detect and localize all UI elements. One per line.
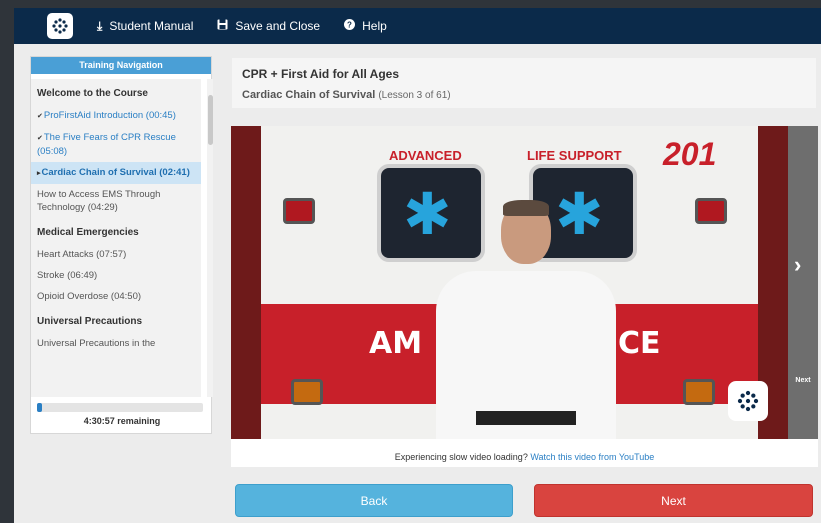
download-icon: ⤓ [97, 18, 103, 33]
star-of-life-icon: ✱ [555, 182, 604, 247]
ambulance-side-text-left: AM [369, 326, 423, 361]
scrollbar-thumb[interactable] [208, 95, 213, 145]
ambulance-sign-life-support: LIFE SUPPORT [527, 148, 622, 163]
lesson-header: CPR + First Aid for All Ages Cardiac Cha… [232, 58, 816, 108]
time-remaining: 4:30:57 remaining [83, 416, 161, 426]
ambulance-left-window: ✱ [377, 164, 485, 262]
ambulance-unit-number: 201 [663, 136, 717, 172]
slow-video-text: Experiencing slow video loading? [394, 452, 528, 462]
training-navigation-header: Training Navigation [31, 57, 211, 74]
current-lesson-icon: ▸ [37, 170, 41, 177]
sidebar-lesson-label: Stroke (06:49) [37, 270, 98, 281]
video-player[interactable]: ADVANCED LIFE SUPPORT 201 ✱ ✱ AM CE [231, 126, 788, 439]
ambulance-lower-light-left [291, 379, 323, 405]
slow-video-notice: Experiencing slow video loading? Watch t… [231, 439, 818, 467]
course-progress-fill [37, 403, 42, 412]
back-button[interactable]: Back [235, 484, 513, 517]
training-navigation-panel: Training Navigation Welcome to the Cours… [30, 56, 213, 434]
youtube-link[interactable]: Watch this video from YouTube [530, 452, 654, 462]
main-page: Training Navigation Welcome to the Cours… [14, 44, 821, 523]
sidebar-lesson-item[interactable]: ▸Cardiac Chain of Survival (02:41) [31, 162, 201, 184]
app-logo-icon[interactable] [47, 13, 73, 39]
student-manual-label: Student Manual [109, 19, 194, 33]
sidebar-section-title: Medical Emergencies [37, 227, 139, 238]
video-watermark-logo-icon [728, 381, 768, 421]
course-progress-bar [37, 403, 203, 412]
checkmark-icon: ✔ [37, 135, 43, 142]
sidebar-lesson-item[interactable]: Opioid Overdose (04:50) [31, 286, 201, 307]
sidebar-section-title: Universal Precautions [37, 316, 143, 327]
help-label: Help [362, 19, 387, 33]
ambulance-light-right [695, 198, 727, 224]
lesson-list[interactable]: Welcome to the Course ✔ProFirstAid Introd… [31, 79, 201, 397]
ambulance-side-text-right: CE [618, 326, 661, 361]
sidebar-lesson-label: Universal Precautions in the [37, 338, 156, 349]
lesson-title: Cardiac Chain of Survival (Lesson 3 of 6… [242, 89, 451, 101]
sidebar-lesson-label: Heart Attacks (07:57) [37, 249, 127, 260]
star-of-life-icon: ✱ [403, 182, 452, 247]
student-manual-link[interactable]: ⤓ Student Manual [97, 19, 193, 34]
sidebar-lesson-item[interactable]: ✔The Five Fears of CPR Rescue (05:08) [31, 127, 201, 162]
save-and-close-label: Save and Close [235, 19, 321, 33]
course-title: CPR + First Aid for All Ages [242, 67, 400, 81]
ambulance-sign-advanced: ADVANCED [389, 148, 462, 163]
sidebar-lesson-item[interactable]: ✔ProFirstAid Introduction (00:45) [31, 105, 201, 127]
instructor-hair [503, 200, 549, 216]
next-lesson-side-button[interactable]: › Next [788, 126, 818, 439]
sidebar-lesson-label: Cardiac Chain of Survival (02:41) [41, 167, 190, 178]
save-and-close-link[interactable]: Save and Close [217, 19, 320, 33]
chevron-right-icon: › [794, 252, 802, 277]
sidebar-lesson-item[interactable]: Stroke (06:49) [31, 265, 201, 286]
svg-text:?: ? [347, 21, 352, 30]
lesson-count: (Lesson 3 of 61) [378, 90, 451, 101]
sidebar-lesson-item[interactable]: How to Access EMS Through Technology (04… [31, 184, 201, 218]
top-navigation-bar: ⤓ Student Manual Save and Close ? Help [14, 8, 821, 44]
ambulance-light-left [283, 198, 315, 224]
checkmark-icon: ✔ [37, 113, 43, 120]
help-link[interactable]: ? Help [344, 19, 387, 33]
next-button[interactable]: Next [534, 484, 813, 517]
sidebar-lesson-label: ProFirstAid Introduction (00:45) [43, 110, 176, 121]
window-frame-left [0, 0, 14, 523]
next-side-label: Next [795, 377, 811, 384]
sidebar-lesson-item[interactable]: Heart Attacks (07:57) [31, 244, 201, 265]
instructor-belt [476, 411, 576, 425]
sidebar-section-title: Welcome to the Course [37, 88, 148, 99]
window-frame-top [0, 0, 821, 8]
save-icon [217, 19, 228, 33]
lesson-name: Cardiac Chain of Survival [242, 89, 376, 101]
help-icon: ? [344, 19, 356, 33]
sidebar-lesson-label: The Five Fears of CPR Rescue (05:08) [37, 132, 176, 157]
sidebar-lesson-item[interactable]: Universal Precautions in the [31, 333, 201, 354]
lesson-list-scrollbar[interactable] [207, 79, 213, 397]
sidebar-lesson-label: How to Access EMS Through Technology (04… [37, 189, 161, 213]
ambulance-lower-light-right [683, 379, 715, 405]
sidebar-lesson-label: Opioid Overdose (04:50) [37, 291, 142, 302]
